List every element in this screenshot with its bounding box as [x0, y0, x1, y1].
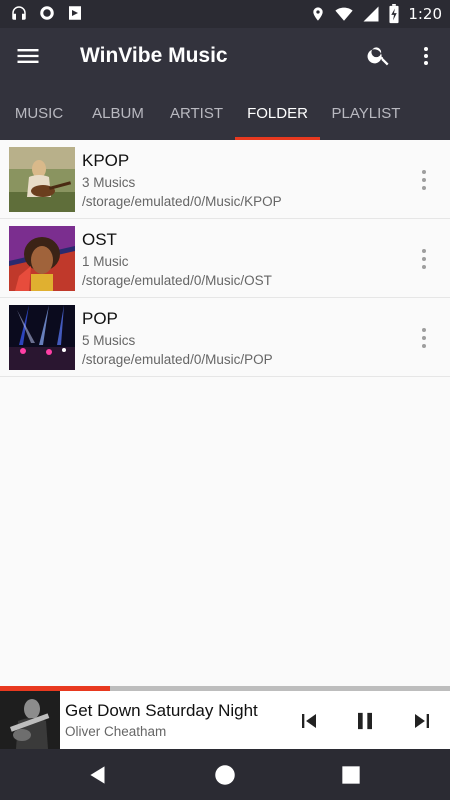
app-title: WinVibe Music [80, 44, 228, 67]
status-left-icons [10, 4, 84, 22]
location-icon [313, 7, 323, 21]
more-vert-icon [424, 47, 428, 65]
folder-music-count: 5 Musics [82, 333, 136, 348]
play-store-icon [69, 6, 81, 20]
menu-button[interactable] [14, 42, 42, 70]
folder-name: OST [82, 230, 117, 249]
more-vert-icon [422, 170, 426, 190]
tab-artist[interactable]: ARTIST [158, 84, 235, 140]
hamburger-menu-icon [17, 49, 39, 63]
skip-previous-icon [302, 714, 316, 728]
tab-album[interactable]: ALBUM [78, 84, 158, 140]
folder-thumbnail [9, 305, 75, 370]
search-icon [367, 47, 389, 66]
status-right-icons: 1:20 [310, 4, 442, 24]
recents-square-icon [342, 766, 360, 784]
folder-music-count: 1 Music [82, 254, 129, 269]
previous-track-button[interactable] [295, 707, 323, 735]
folder-list: KPOP 3 Musics /storage/emulated/0/Music/… [0, 140, 450, 377]
folder-thumbnail [9, 226, 75, 291]
pause-button[interactable] [351, 707, 379, 735]
tab-playlist[interactable]: PLAYLIST [320, 84, 412, 140]
folder-options-button[interactable] [410, 168, 438, 192]
folder-path: /storage/emulated/0/Music/KPOP [82, 194, 282, 209]
now-playing-artwork [0, 691, 60, 749]
folder-name: KPOP [82, 151, 130, 170]
signal-icon [363, 6, 379, 22]
now-playing-title: Get Down Saturday Night [65, 701, 258, 720]
folder-row-kpop[interactable]: KPOP 3 Musics /storage/emulated/0/Music/… [0, 140, 450, 219]
home-circle-icon [215, 765, 235, 785]
status-time: 1:20 [408, 5, 442, 23]
home-button[interactable] [212, 762, 238, 788]
tab-music[interactable]: MUSIC [0, 84, 78, 140]
search-button[interactable] [366, 42, 394, 70]
tab-bar: MUSIC ALBUM ARTIST FOLDER PLAYLIST [0, 84, 450, 140]
folder-options-button[interactable] [410, 247, 438, 271]
folder-row-pop[interactable]: POP 5 Musics /storage/emulated/0/Music/P… [0, 298, 450, 377]
folder-path: /storage/emulated/0/Music/POP [82, 352, 273, 367]
app-bar: WinVibe Music [0, 28, 450, 84]
skip-next-icon [415, 714, 429, 728]
headphones-icon [12, 6, 26, 20]
record-icon [40, 6, 54, 20]
tab-folder[interactable]: FOLDER [235, 84, 320, 140]
overflow-menu-button[interactable] [414, 42, 438, 70]
system-navigation-bar [0, 749, 450, 800]
battery-charging-icon [389, 4, 399, 24]
more-vert-icon [422, 328, 426, 348]
pause-icon [358, 712, 372, 730]
back-triangle-icon [90, 766, 105, 784]
now-playing-artist: Oliver Cheatham [65, 724, 167, 739]
folder-row-ost[interactable]: OST 1 Music /storage/emulated/0/Music/OS… [0, 219, 450, 298]
more-vert-icon [422, 249, 426, 269]
next-track-button[interactable] [408, 707, 436, 735]
mini-player[interactable]: Get Down Saturday Night Oliver Cheatham [0, 691, 450, 749]
folder-music-count: 3 Musics [82, 175, 136, 190]
recents-button[interactable] [338, 762, 364, 788]
folder-options-button[interactable] [410, 326, 438, 350]
folder-thumbnail [9, 147, 75, 212]
folder-name: POP [82, 309, 118, 328]
status-bar: 1:20 [0, 0, 450, 28]
folder-path: /storage/emulated/0/Music/OST [82, 273, 272, 288]
wifi-icon [335, 7, 353, 21]
back-button[interactable] [85, 762, 111, 788]
